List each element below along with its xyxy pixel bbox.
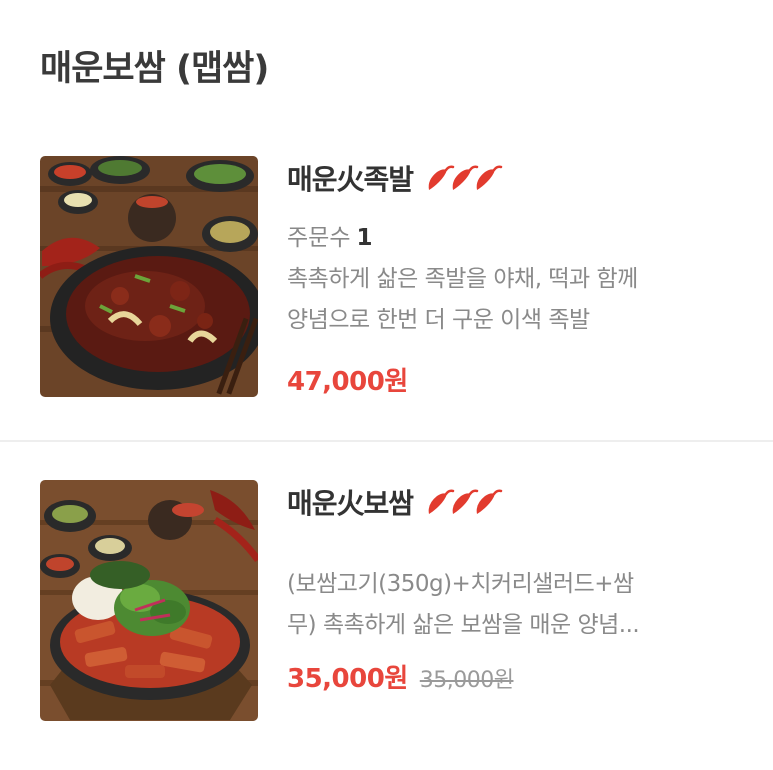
menu-item-price: 47,000원 (287, 367, 408, 397)
original-price: 35,000원 (419, 668, 514, 693)
menu-item-description: 촉촉하게 삶은 족발을 야채, 떡과 함께 양념으로 한번 더 구운 이색 족발 (287, 259, 638, 341)
menu-item-name: 매운火족발 (287, 163, 414, 196)
menu-item-photo (40, 156, 258, 397)
spicy-level (425, 162, 505, 194)
description-line: 양념으로 한번 더 구운 이색 족발 (287, 307, 590, 333)
menu-item-name: 매운火보쌈 (287, 487, 414, 520)
order-count-value: 1 (356, 225, 373, 251)
price-row: 35,000원 35,000원 (287, 658, 514, 695)
menu-item-bossam[interactable]: 매운火보쌈 (보쌈고기(350g)+치커리샐러드+쌈 무) 촉촉하게 삶은 보쌈… (0, 480, 773, 730)
menu-page: 매운보쌈 (맵쌈) 매운火족발 주문수 1 촉촉하게 삶은 족발을 야채, 떡과… (0, 0, 773, 770)
order-count-row: 주문수 1 (287, 218, 373, 252)
section-title: 매운보쌈 (맵쌈) (40, 49, 269, 89)
item-divider (0, 440, 773, 442)
description-line: 무) 촉촉하게 삶은 보쌈을 매운 양념... (287, 612, 640, 638)
menu-item-price: 35,000원 (287, 664, 408, 694)
order-count-label: 주문수 (287, 225, 351, 251)
price-row: 47,000원 (287, 361, 408, 398)
spicy-level (425, 486, 505, 518)
menu-item-photo (40, 480, 258, 721)
menu-item-jokbal[interactable]: 매운火족발 주문수 1 촉촉하게 삶은 족발을 야채, 떡과 함께 양념으로 한… (0, 156, 773, 416)
menu-item-description: (보쌈고기(350g)+치커리샐러드+쌈 무) 촉촉하게 삶은 보쌈을 매운 양… (287, 564, 640, 646)
chili-pepper-icon (428, 165, 503, 190)
description-line: 촉촉하게 삶은 족발을 야채, 떡과 함께 (287, 266, 638, 292)
description-line: (보쌈고기(350g)+치커리샐러드+쌈 (287, 571, 634, 597)
chili-pepper-icon (428, 489, 503, 514)
